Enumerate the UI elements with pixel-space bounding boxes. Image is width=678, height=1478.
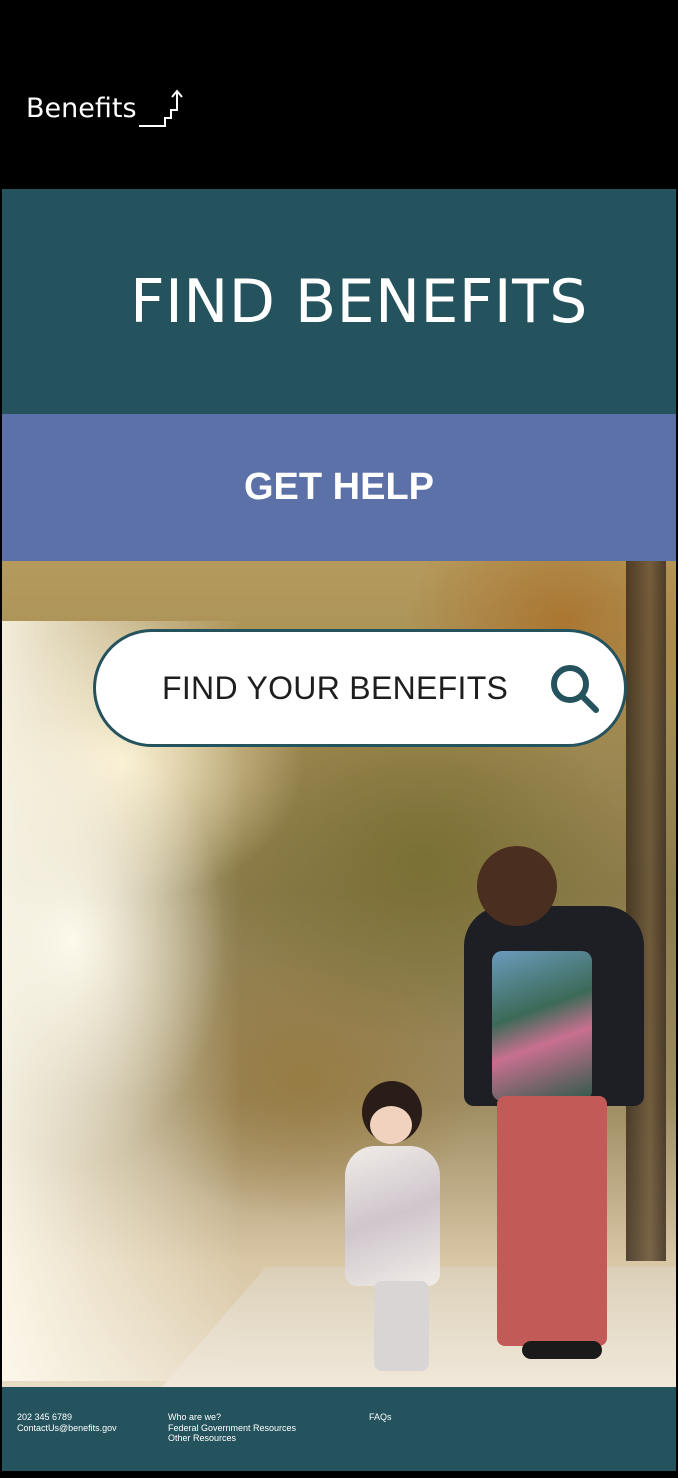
photo-child-legs	[374, 1281, 429, 1371]
footer: 202 345 6789 ContactUs@benefits.gov Who …	[2, 1387, 676, 1471]
photo-woman-shirt	[492, 951, 592, 1101]
footer-link-other-resources[interactable]: Other Resources	[168, 1433, 296, 1444]
photo-woman-pants	[497, 1096, 607, 1346]
photo-child	[345, 1146, 440, 1286]
bottom-strip	[0, 1471, 678, 1478]
footer-links: Who are we? Federal Government Resources…	[168, 1412, 296, 1444]
photo-woman-head	[477, 846, 557, 926]
find-benefits-title: FIND BENEFITS	[130, 266, 588, 337]
top-bar: Benefits	[0, 0, 678, 189]
footer-link-faqs[interactable]: FAQs	[369, 1412, 392, 1423]
get-help-button[interactable]: GET HELP	[2, 414, 676, 561]
get-help-label: GET HELP	[243, 466, 435, 508]
footer-link-federal-resources[interactable]: Federal Government Resources	[168, 1423, 296, 1434]
photo-tree	[626, 561, 666, 1261]
footer-phone[interactable]: 202 345 6789	[17, 1412, 117, 1423]
stairs-arrow-icon	[138, 89, 183, 127]
photo-child-face	[370, 1106, 412, 1144]
photo-woman-shoes	[522, 1341, 602, 1359]
footer-link-who-are-we[interactable]: Who are we?	[168, 1412, 296, 1423]
benefits-logo[interactable]: Benefits	[26, 88, 183, 127]
logo-text: Benefits	[26, 93, 137, 124]
footer-contact: 202 345 6789 ContactUs@benefits.gov	[17, 1412, 117, 1433]
search-label: FIND YOUR BENEFITS	[162, 669, 509, 706]
footer-faqs-col: FAQs	[369, 1412, 392, 1423]
footer-email[interactable]: ContactUs@benefits.gov	[17, 1423, 117, 1434]
search-icon[interactable]	[546, 660, 602, 716]
find-benefits-banner[interactable]: FIND BENEFITS	[2, 189, 676, 414]
find-your-benefits-search[interactable]: FIND YOUR BENEFITS	[93, 629, 627, 747]
